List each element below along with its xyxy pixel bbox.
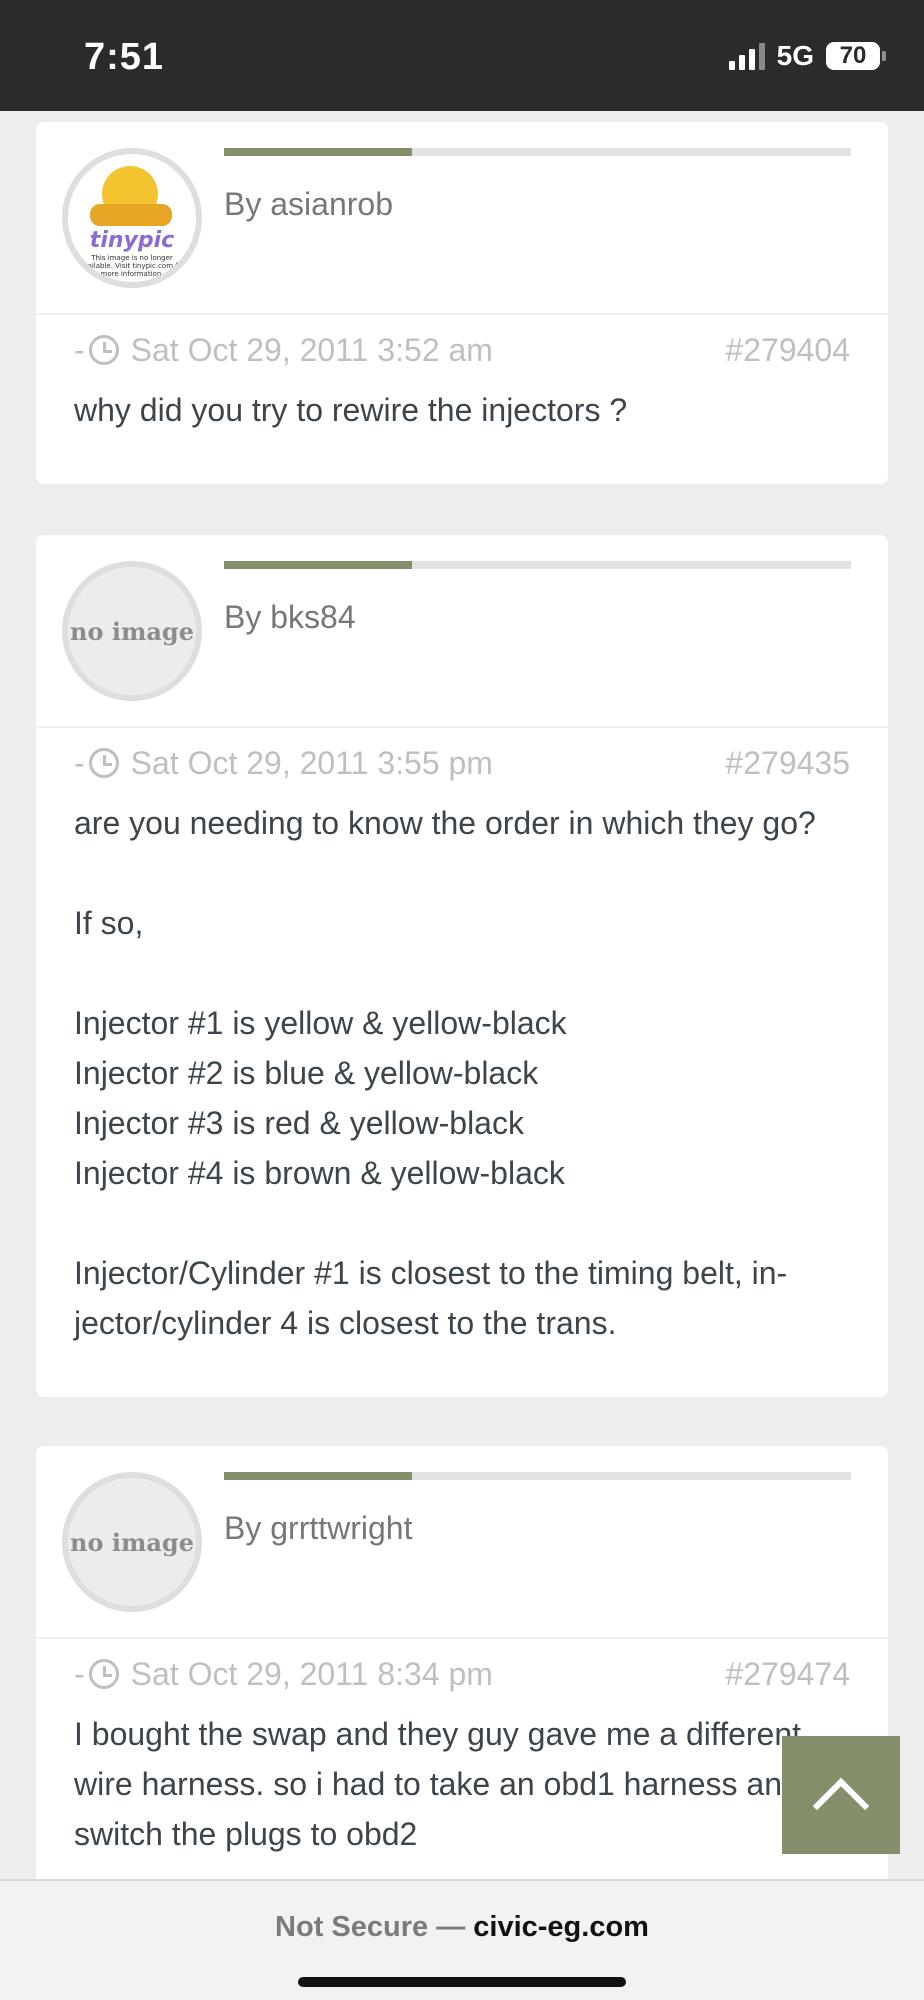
battery-level: 70 <box>839 42 867 69</box>
post-text-line <box>74 848 850 898</box>
post-header: tinypic This image is no longer availabl… <box>36 122 888 315</box>
post-card: tinypic This image is no longer availabl… <box>36 122 888 484</box>
post-body: why did you try to rewire the injectors … <box>36 385 888 435</box>
post-text-line: Injector #3 is red & yellow-black <box>74 1105 524 1141</box>
post-date: Sat Oct 29, 2011 3:52 am <box>130 331 493 368</box>
signal-icon <box>728 42 765 70</box>
reputation-bar <box>224 561 851 569</box>
post-text-line <box>74 948 850 998</box>
post-body: are you needing to know the order in whi… <box>36 798 888 1348</box>
scroll-to-top-button[interactable] <box>782 1736 900 1854</box>
avatar[interactable]: tinypic This image is no longer availabl… <box>62 148 202 288</box>
reputation-bar <box>224 1472 851 1480</box>
domain-label: civic-eg.com <box>473 1911 649 1943</box>
clock-icon <box>88 335 119 365</box>
post-date: Sat Oct 29, 2011 8:34 pm <box>130 1655 493 1692</box>
post-feed[interactable]: tinypic This image is no longer availabl… <box>0 111 924 1879</box>
post-card: no image By grrttwright - Sat Oct 29, 20… <box>36 1446 888 1879</box>
post-permalink[interactable]: #279435 <box>725 745 850 782</box>
post-card: no image By bks84 - Sat Oct 29, 2011 3:5… <box>36 535 888 1397</box>
post-author[interactable]: By grrttwright <box>224 1510 412 1547</box>
clock-icon <box>88 748 119 778</box>
reputation-bar-fill <box>224 1472 413 1480</box>
post-text-line: Injector #4 is brown & yellow-black <box>74 1155 565 1191</box>
post-header: no image By grrttwright <box>36 1446 888 1639</box>
post-body: I bought the swap and they guy gave me a… <box>36 1709 888 1859</box>
browser-address-bar[interactable]: Not Secure — civic-eg.com <box>0 1879 924 2000</box>
tinypic-placeholder-image: tinypic This image is no longer availabl… <box>68 154 196 282</box>
post-text-line: wire harness. so i had to take an obd1 h… <box>74 1766 800 1802</box>
reputation-bar <box>224 148 851 156</box>
post-meta: - Sat Oct 29, 2011 3:55 pm #279435 <box>74 744 850 782</box>
chevron-up-icon <box>812 1777 870 1835</box>
post-text-line: are you needing to know the order in whi… <box>74 805 816 841</box>
tinypic-logo: tinypic <box>89 228 175 253</box>
post-date: Sat Oct 29, 2011 3:55 pm <box>130 744 493 781</box>
image-unavailable-text: This image is no longer available. Visit… <box>79 254 185 278</box>
clock-icon <box>88 1659 119 1689</box>
reputation-bar-fill <box>224 148 413 156</box>
status-time: 7:51 <box>84 36 165 78</box>
post-text-line: Injector #2 is blue & yellow-black <box>74 1055 539 1091</box>
post-text-line: jector/cylinder 4 is closest to the tran… <box>74 1305 617 1341</box>
post-meta: - Sat Oct 29, 2011 3:52 am #279404 <box>74 331 850 369</box>
post-text-line: Injector/Cylinder #1 is closest to the t… <box>74 1255 788 1291</box>
post-text-line: switch the plugs to obd2 <box>74 1816 418 1852</box>
post-author[interactable]: By asianrob <box>224 186 393 223</box>
no-image-placeholder: no image <box>70 616 194 646</box>
network-label: 5G <box>776 40 814 71</box>
home-indicator[interactable] <box>298 1977 626 1987</box>
battery-icon: 70 <box>826 42 886 70</box>
post-meta: - Sat Oct 29, 2011 8:34 pm #279474 <box>74 1655 850 1693</box>
post-text-line <box>74 1198 850 1248</box>
not-secure-label: Not Secure — <box>275 1911 466 1943</box>
reputation-bar-fill <box>224 561 413 569</box>
post-text-line: I bought the swap and they guy gave me a… <box>74 1716 802 1752</box>
status-bar: 7:51 5G 70 <box>0 0 924 111</box>
post-author[interactable]: By bks84 <box>224 599 356 636</box>
status-indicators: 5G 70 <box>728 40 886 72</box>
avatar[interactable]: no image <box>62 561 202 701</box>
post-text-line: If so, <box>74 905 144 941</box>
post-header: no image By bks84 <box>36 535 888 728</box>
avatar[interactable]: no image <box>62 1472 202 1612</box>
post-text-line: Injector #1 is yellow & yellow-black <box>74 1005 567 1041</box>
post-permalink[interactable]: #279404 <box>725 332 850 369</box>
no-image-placeholder: no image <box>70 1527 194 1557</box>
url-display[interactable]: Not Secure — civic-eg.com <box>0 1911 924 1944</box>
post-permalink[interactable]: #279474 <box>725 1656 850 1693</box>
post-text-line: why did you try to rewire the injectors … <box>74 392 628 428</box>
